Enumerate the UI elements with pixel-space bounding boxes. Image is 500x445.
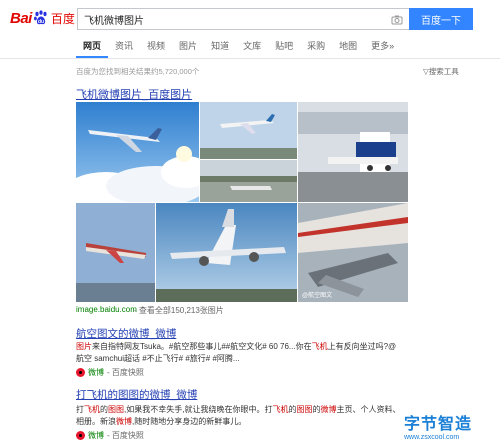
tab-purchase[interactable]: 采购 bbox=[300, 38, 332, 56]
watermark-url: www.zsxcool.com bbox=[404, 434, 460, 441]
snippet-text: 打 bbox=[76, 405, 84, 414]
snippet-text: 主页、个人资料、 bbox=[336, 405, 401, 414]
image-thumb-5[interactable] bbox=[76, 203, 155, 302]
search-tools-button[interactable]: ▽搜索工具 bbox=[423, 66, 459, 77]
image-thumb-1[interactable] bbox=[76, 102, 199, 202]
snippet-highlight: 微博 bbox=[116, 417, 132, 426]
logo-cn-text: 百度 bbox=[50, 11, 75, 26]
result-snippet-2-line2: 航空 samchui超话 #不止飞行# #旅行# #阿腾... bbox=[76, 354, 240, 363]
weibo-icon bbox=[76, 431, 85, 440]
snippet-text: 相册。新浪 bbox=[76, 417, 116, 426]
search-input[interactable] bbox=[78, 9, 390, 29]
tab-web[interactable]: 网页 bbox=[76, 38, 109, 58]
result-snippet-2-line1: 图片来自指特网友Tsuka。#航空那些事儿##航空文化# 60 76...你在飞… bbox=[76, 341, 396, 352]
snapshot-link[interactable]: - 百度快照 bbox=[107, 430, 144, 441]
paw-icon: du bbox=[33, 10, 49, 26]
snippet-highlight: 飞机 bbox=[272, 405, 289, 414]
search-tabs: 网页 资讯 视频 图片 知道 文库 贴吧 采购 地图 更多» bbox=[76, 38, 401, 58]
image-watermark: @航空图文 bbox=[302, 293, 333, 299]
tab-map[interactable]: 地图 bbox=[332, 38, 364, 56]
result-snippet-3-line2: 相册。新浪微博,随时随地分享身边的新鲜事儿。 bbox=[76, 416, 246, 427]
site-watermark: 字节智造 www.zsxcool.com bbox=[404, 410, 496, 442]
source-name[interactable]: 微博 bbox=[88, 367, 104, 378]
snippet-text: ,如果我不幸失手,就让我绕晚在你眼中。打 bbox=[124, 405, 273, 414]
tab-video[interactable]: 视频 bbox=[140, 38, 172, 56]
snippet-text: 上有反向坐过吗?@ bbox=[327, 342, 397, 351]
tab-news[interactable]: 资讯 bbox=[108, 38, 140, 56]
tab-tieba[interactable]: 贴吧 bbox=[268, 38, 300, 56]
snippet-highlight: 图图 bbox=[296, 405, 313, 414]
result-snippet-3-line1: 打飞机的图图,如果我不幸失手,就让我绕晚在你眼中。打飞机的图图的微博主页、个人资… bbox=[76, 404, 400, 415]
snippet-highlight: 飞机 bbox=[311, 342, 328, 351]
image-thumb-7[interactable] bbox=[298, 203, 408, 302]
snippet-highlight: 微博 bbox=[320, 405, 337, 414]
result-source-2: 微博 - 百度快照 bbox=[76, 367, 144, 378]
result-url-1[interactable]: image.baidu.com bbox=[76, 305, 137, 314]
baidu-logo[interactable]: Bai du 百度 bbox=[10, 8, 75, 28]
image-thumb-2[interactable] bbox=[200, 102, 297, 159]
snippet-text: 来自指特网友Tsuka。#航空那些事儿##航空文化# 60 76...你在 bbox=[92, 342, 312, 351]
tab-images[interactable]: 图片 bbox=[172, 38, 204, 56]
result-source-3: 微博 - 百度快照 bbox=[76, 430, 144, 441]
tab-zhidao[interactable]: 知道 bbox=[204, 38, 236, 56]
search-button[interactable]: 百度一下 bbox=[409, 8, 473, 30]
image-thumb-3[interactable] bbox=[298, 102, 408, 202]
result-title-3[interactable]: 打飞机的图图的微博_微博 bbox=[76, 387, 197, 402]
snippet-text: 的 bbox=[100, 405, 108, 414]
snippet-highlight: 图图 bbox=[108, 405, 124, 414]
tab-wenku[interactable]: 文库 bbox=[236, 38, 268, 56]
image-thumb-4[interactable] bbox=[200, 160, 297, 202]
search-box[interactable] bbox=[77, 8, 409, 30]
snippet-text: ,随时随地分享身边的新鲜事儿。 bbox=[132, 417, 247, 426]
tab-more[interactable]: 更多» bbox=[364, 38, 401, 56]
search-tools-label: 搜索工具 bbox=[428, 67, 459, 76]
logo-bai-text: Bai bbox=[10, 9, 32, 27]
view-all-images-link[interactable]: - 查看全部150,213张图片 bbox=[134, 305, 224, 316]
result-count: 百度为您找到相关结果约5,720,000个 bbox=[76, 67, 200, 76]
camera-icon[interactable] bbox=[391, 13, 403, 25]
image-thumb-6[interactable] bbox=[156, 203, 297, 302]
snapshot-link[interactable]: - 百度快照 bbox=[107, 367, 144, 378]
snippet-highlight: 图片 bbox=[76, 342, 92, 351]
watermark-cn: 字节智造 bbox=[404, 416, 473, 433]
weibo-icon bbox=[76, 368, 85, 377]
result-title-1[interactable]: 飞机微博图片_百度图片 bbox=[76, 86, 192, 102]
image-grid: @航空图文 bbox=[76, 102, 408, 302]
result-title-2[interactable]: 航空图文的微博_微博 bbox=[76, 326, 176, 341]
svg-text:du: du bbox=[38, 19, 44, 25]
source-name[interactable]: 微博 bbox=[88, 430, 104, 441]
snippet-highlight: 飞机 bbox=[84, 405, 100, 414]
header-divider bbox=[0, 58, 500, 59]
